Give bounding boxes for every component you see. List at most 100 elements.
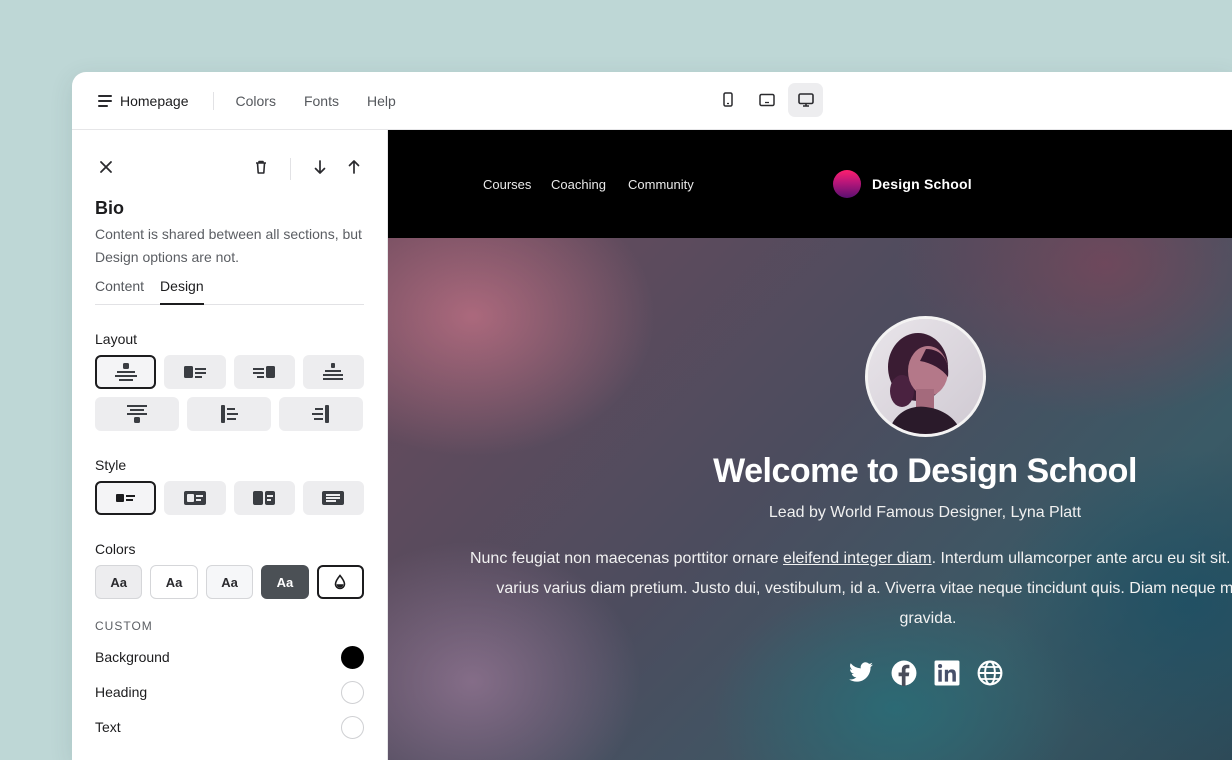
nav-link-community[interactable]: Community	[628, 177, 694, 192]
colors-label: Colors	[95, 541, 136, 557]
color-swatch-dark[interactable]: Aa	[261, 565, 309, 599]
linkedin-link[interactable]	[933, 659, 960, 686]
section-title: Bio	[95, 198, 124, 218]
facebook-icon	[891, 660, 916, 686]
facebook-link[interactable]	[890, 659, 917, 686]
style-label: Style	[95, 457, 127, 473]
device-toggle-group	[710, 83, 823, 117]
layout-option-left-aligned[interactable]	[187, 397, 271, 431]
help-link[interactable]: Help	[367, 93, 396, 109]
move-up-button[interactable]	[343, 156, 365, 178]
layout-label: Layout	[95, 331, 138, 347]
close-button[interactable]	[95, 156, 117, 178]
colors-link[interactable]: Colors	[236, 93, 276, 109]
layout-image-right-icon	[253, 366, 276, 378]
color-swatch-light-gray[interactable]: Aa	[95, 565, 143, 599]
section-settings-panel: Bio Content is shared between all sectio…	[72, 130, 388, 760]
style-option-minimal[interactable]	[95, 481, 157, 515]
menu-icon	[98, 94, 112, 107]
color-swatches-row: Aa Aa Aa Aa	[95, 565, 365, 599]
custom-colors-label: CUSTOM	[95, 619, 153, 633]
nav-link-courses[interactable]: Courses	[483, 177, 531, 192]
layout-image-left-icon	[183, 366, 206, 378]
tab-design[interactable]: Design	[160, 278, 204, 305]
layout-text-top-icon	[127, 405, 147, 423]
trash-icon	[256, 160, 266, 174]
layout-option-stacked[interactable]	[302, 355, 364, 389]
style-full-icon	[322, 491, 345, 505]
profile-avatar	[865, 316, 986, 437]
desktop-icon	[797, 93, 814, 107]
style-options-row	[95, 481, 364, 515]
top-bar: Homepage Colors Fonts Help	[72, 72, 1232, 130]
page-selector[interactable]: Homepage	[98, 93, 189, 109]
brand-name[interactable]: Design School	[872, 176, 972, 192]
layout-options-row-2	[95, 397, 364, 431]
linkedin-icon	[934, 660, 959, 685]
layout-right-aligned-icon	[312, 405, 329, 423]
desktop-view-button[interactable]	[788, 83, 823, 117]
text-color-label: Text	[95, 719, 121, 735]
website-link[interactable]	[976, 659, 1003, 686]
layout-option-centered-top[interactable]	[95, 355, 157, 389]
nav-link-coaching[interactable]: Coaching	[551, 177, 606, 192]
hero-subtitle: Lead by World Famous Designer, Lyna Plat…	[768, 504, 1082, 521]
header-divider	[290, 158, 291, 180]
text-color-row: Text	[95, 715, 364, 739]
tablet-icon	[758, 93, 775, 107]
style-option-split[interactable]	[233, 481, 295, 515]
layout-options-row-1	[95, 355, 364, 389]
color-swatch-off-white[interactable]: Aa	[205, 565, 254, 599]
social-links	[847, 659, 1003, 686]
style-option-card[interactable]	[164, 481, 226, 515]
heading-color-row: Heading	[95, 680, 364, 704]
delete-section-button[interactable]	[250, 156, 272, 178]
tablet-view-button[interactable]	[749, 83, 784, 117]
color-swatch-white[interactable]: Aa	[150, 565, 198, 599]
brand-logo	[833, 170, 861, 198]
background-color-row: Background	[95, 645, 364, 669]
layout-left-aligned-icon	[221, 405, 238, 423]
text-color-picker[interactable]	[341, 715, 364, 739]
heading-color-picker[interactable]	[341, 680, 364, 704]
close-icon	[100, 161, 112, 173]
hero-body-text: Nunc feugiat non maecenas porttitor orna…	[468, 544, 1232, 634]
hero-title: Welcome to Design School	[713, 452, 1137, 490]
style-card-icon	[183, 491, 206, 505]
panel-tabs: Content Design	[95, 278, 364, 305]
arrow-down-icon	[314, 160, 326, 174]
tab-content[interactable]: Content	[95, 278, 144, 305]
background-color-picker[interactable]	[341, 645, 364, 669]
style-option-full[interactable]	[302, 481, 364, 515]
droplet-icon	[334, 574, 346, 590]
site-preview: Courses Coaching Community Design School	[388, 130, 1232, 760]
editor-window: Homepage Colors Fonts Help Bio Content i…	[72, 72, 1232, 760]
layout-option-right-aligned[interactable]	[279, 397, 363, 431]
layout-option-image-right[interactable]	[233, 355, 295, 389]
twitter-icon	[848, 661, 873, 682]
style-split-icon	[253, 491, 276, 505]
phone-icon	[722, 92, 733, 107]
globe-icon	[977, 660, 1002, 685]
layout-option-image-left[interactable]	[164, 355, 226, 389]
heading-color-label: Heading	[95, 684, 148, 700]
style-minimal-icon	[115, 494, 135, 502]
bio-section: Welcome to Design School Lead by World F…	[388, 238, 1232, 760]
background-color-label: Background	[95, 649, 170, 665]
fonts-link[interactable]: Fonts	[304, 93, 339, 109]
twitter-link[interactable]	[847, 659, 874, 686]
layout-option-text-top[interactable]	[95, 397, 179, 431]
section-description: Content is shared between all sections, …	[95, 226, 362, 265]
move-down-button[interactable]	[309, 156, 331, 178]
page-selector-label: Homepage	[120, 92, 189, 109]
custom-color-button[interactable]	[316, 565, 365, 599]
panel-header	[95, 130, 364, 186]
hero-body-start: Nunc feugiat non maecenas porttitor orna…	[469, 550, 784, 567]
site-nav-bar: Courses Coaching Community Design School	[388, 130, 1232, 238]
arrow-up-icon	[348, 160, 360, 174]
layout-stacked-icon	[323, 363, 344, 380]
layout-centered-icon	[114, 363, 137, 381]
phone-view-button[interactable]	[710, 83, 745, 117]
hero-body-link[interactable]: eleifend integer diam	[783, 550, 932, 567]
avatar-portrait-image	[868, 319, 983, 434]
